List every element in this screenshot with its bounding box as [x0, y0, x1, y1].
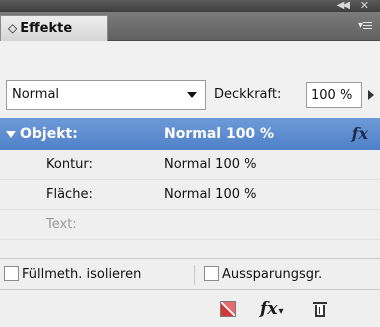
effect-row-object[interactable]: Objekt: Normal 100 % fx — [0, 118, 380, 150]
chevron-down-icon — [187, 92, 197, 98]
opacity-slider-arrow-icon[interactable] — [368, 90, 374, 100]
tab-label: Effekte — [20, 21, 73, 36]
expand-triangle-icon[interactable] — [6, 131, 16, 138]
clear-effects-icon[interactable] — [214, 295, 242, 323]
checkbox-box[interactable] — [204, 265, 219, 281]
collapse-icon[interactable]: ◀◀ — [337, 0, 350, 12]
fill-label: Fläche: — [46, 187, 93, 202]
checkbox-box[interactable] — [4, 265, 19, 281]
effect-row-stroke[interactable]: Kontur: Normal 100 % — [0, 150, 380, 180]
text-label: Text: — [46, 217, 77, 232]
opacity-input[interactable] — [306, 82, 362, 108]
object-value: Normal 100 % — [164, 126, 275, 142]
effect-row-fill[interactable]: Fläche: Normal 100 % — [0, 180, 380, 210]
fill-value: Normal 100 % — [164, 187, 257, 202]
stroke-value: Normal 100 % — [164, 157, 257, 172]
panel-menu-icon[interactable]: ▾ — [356, 19, 372, 33]
tab-effects[interactable]: ◇ Effekte — [0, 15, 108, 41]
panel-title-strip: ◀◀ ✕ — [0, 0, 380, 12]
knockout-label: Aussparungsgr. — [222, 267, 323, 282]
blend-controls: Normal Deckkraft: — [0, 42, 380, 117]
add-effect-fx-icon[interactable]: fx▾ — [260, 295, 288, 323]
effect-row-text[interactable]: Text: — [0, 210, 380, 240]
close-icon[interactable]: ✕ — [360, 0, 369, 12]
blend-mode-value: Normal — [12, 87, 60, 102]
bottom-toolbar: fx▾ — [0, 291, 380, 327]
trash-icon[interactable] — [306, 295, 334, 323]
knockout-group-checkbox[interactable]: Aussparungsgr. — [204, 259, 322, 291]
updown-icon: ◇ — [8, 21, 18, 35]
blend-mode-select[interactable]: Normal — [6, 80, 206, 110]
isolate-blending-checkbox[interactable]: Füllmeth. isolieren — [4, 259, 141, 291]
object-label: Objekt: — [20, 126, 78, 142]
options-row: Füllmeth. isolieren Aussparungsgr. — [0, 258, 380, 290]
opacity-label: Deckkraft: — [214, 87, 282, 102]
stroke-label: Kontur: — [46, 157, 93, 172]
divider — [194, 265, 195, 285]
fx-icon: fx — [351, 124, 368, 143]
tab-bar: ◇ Effekte ▾ — [0, 12, 380, 41]
effects-panel: ◀◀ ✕ ◇Effekte ▾ Normal Deckkraft: Objekt… — [0, 0, 380, 327]
isolate-label: Füllmeth. isolieren — [22, 267, 142, 282]
